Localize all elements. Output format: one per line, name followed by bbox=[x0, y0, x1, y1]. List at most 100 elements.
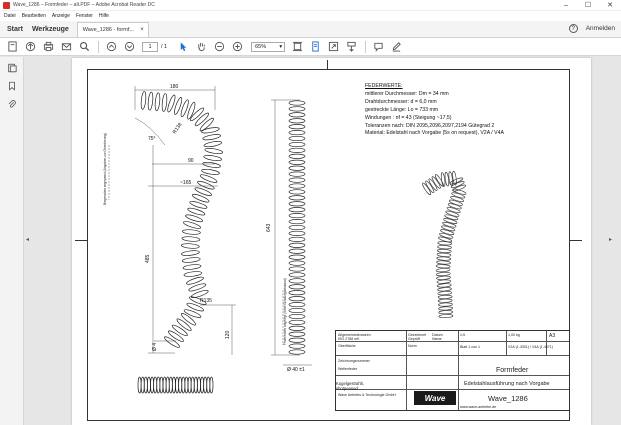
spring-coil bbox=[186, 276, 204, 285]
spring-coil bbox=[203, 141, 223, 148]
spring-coil bbox=[288, 106, 306, 112]
acrobat-window: Wave_1286 – Formfeder – alt.PDF – Adobe … bbox=[0, 0, 621, 425]
spring-coil bbox=[437, 294, 453, 299]
spring-coil bbox=[436, 272, 451, 276]
tb-execution: Edelstahlausführung nach Vorgabe bbox=[464, 381, 550, 387]
spring-coil bbox=[288, 112, 306, 118]
tb-website: www.wave-antriebe.de bbox=[460, 405, 497, 409]
tb-surface-finish: Kugelgestrahlt, shotpeened bbox=[336, 381, 364, 391]
spring-coil bbox=[165, 376, 170, 394]
tb-company: Wave Antriebs & Technologie GmbH bbox=[338, 393, 396, 397]
dim-height-485: 485 bbox=[145, 254, 151, 263]
tb-wellenfeder: Wellenfeder bbox=[338, 367, 358, 371]
spring-coil bbox=[204, 148, 224, 154]
spring-coil bbox=[161, 93, 168, 112]
spring-coil bbox=[146, 376, 151, 394]
spring-coil bbox=[288, 159, 306, 165]
spring-coil bbox=[288, 230, 306, 236]
spring-coil bbox=[436, 283, 452, 288]
spring-coil bbox=[288, 337, 306, 343]
spring-coil bbox=[288, 189, 306, 195]
spring-coil bbox=[184, 376, 189, 394]
tb-surface: Oberfläche bbox=[338, 344, 356, 348]
spec-heading: FEDERWERTE: bbox=[365, 83, 403, 89]
dim-dia-4: Ø 4 bbox=[152, 343, 158, 351]
spring-coil bbox=[288, 278, 306, 284]
spring-coil bbox=[196, 376, 201, 394]
spring-coil bbox=[288, 118, 306, 124]
spring-coil bbox=[288, 254, 306, 260]
spring-coil bbox=[147, 91, 154, 111]
spec-line: Material: Edelstahl nach Vorgabe (5s on … bbox=[365, 130, 504, 137]
spring-coil bbox=[288, 349, 306, 355]
tb-sheet-size: A3 bbox=[549, 333, 556, 339]
tb-part-number: Wave_1286 bbox=[488, 394, 528, 403]
spring-coil bbox=[194, 112, 209, 127]
spring-coil bbox=[288, 219, 306, 225]
spring-coil bbox=[438, 310, 453, 315]
spring-coil bbox=[288, 242, 306, 248]
tb-weight: 1,00 kg bbox=[508, 333, 520, 337]
spring-coil bbox=[143, 376, 148, 394]
spring-coil bbox=[288, 141, 306, 148]
dim-radius-bottom: R135 bbox=[200, 298, 212, 304]
spring-specifications: FEDERWERTE: mittlerer Durchmesser: Dm = … bbox=[365, 83, 504, 138]
spring-coil bbox=[288, 195, 306, 201]
spring-coil bbox=[200, 376, 205, 394]
spring-coil bbox=[438, 314, 454, 319]
spring-coil bbox=[435, 264, 451, 269]
tb-material-code: V2A (1.4301) / V4A (1.4571) bbox=[508, 345, 553, 349]
spring-coil bbox=[203, 376, 208, 394]
note-right: Federenden angelegt (ohne Windungsabstan… bbox=[283, 278, 287, 345]
spring-coil bbox=[288, 331, 306, 337]
spring-coil bbox=[288, 319, 306, 325]
spring-coil bbox=[288, 171, 306, 177]
dim-angle: 75° bbox=[148, 136, 156, 142]
spring-coil bbox=[156, 376, 161, 394]
tb-norm: Norm bbox=[408, 344, 417, 348]
spring-coil bbox=[202, 134, 221, 141]
spring-coil bbox=[164, 336, 180, 348]
spring-coil bbox=[201, 127, 220, 134]
spring-coil bbox=[288, 124, 306, 130]
spring-coil bbox=[438, 302, 453, 307]
spring-coil bbox=[193, 376, 198, 394]
dim-width-90: 90 bbox=[188, 158, 194, 164]
spring-coil bbox=[153, 376, 158, 394]
spring-coil bbox=[180, 99, 189, 118]
spring-coil bbox=[181, 250, 200, 256]
tb-checked: Geprüft bbox=[408, 337, 420, 341]
spring-unloaded-view bbox=[137, 376, 214, 394]
spring-coil bbox=[201, 168, 220, 175]
title-block: Allgemeintoleranzen ISO 2768 mK Oberfläc… bbox=[335, 330, 570, 411]
spring-coil bbox=[288, 165, 306, 171]
tb-formfeder-title: Formfeder bbox=[496, 367, 529, 374]
spec-line: mittlerer Durchmesser: Dm = 34 mm bbox=[365, 90, 449, 97]
dim-radius-top: R138 bbox=[172, 122, 184, 135]
spring-coil bbox=[435, 268, 451, 273]
spring-coil bbox=[176, 318, 192, 332]
tb-scale: 1:5 bbox=[460, 333, 465, 337]
spring-coil bbox=[288, 272, 306, 278]
spring-coil bbox=[436, 256, 452, 261]
spring-coil bbox=[206, 376, 211, 394]
spring-coil bbox=[436, 260, 451, 265]
spring-coil bbox=[182, 264, 202, 270]
spring-coil bbox=[288, 296, 306, 302]
spring-coil bbox=[437, 249, 452, 253]
spring-coil bbox=[181, 236, 201, 242]
spring-coil bbox=[190, 107, 205, 122]
spring-coil bbox=[288, 284, 306, 290]
dim-top-width: 180 bbox=[170, 84, 179, 90]
spring-coil bbox=[197, 180, 215, 190]
spring-coil bbox=[209, 376, 214, 394]
spring-coil bbox=[288, 153, 306, 159]
spring-coil bbox=[150, 376, 155, 394]
tb-name: Name bbox=[432, 337, 442, 341]
spring-coil bbox=[154, 92, 161, 112]
spring-coil bbox=[183, 309, 202, 318]
spring-coil bbox=[171, 324, 188, 337]
dim-height-120: 120 bbox=[225, 330, 231, 339]
spring-coil bbox=[452, 184, 466, 192]
spring-coil bbox=[288, 248, 306, 254]
